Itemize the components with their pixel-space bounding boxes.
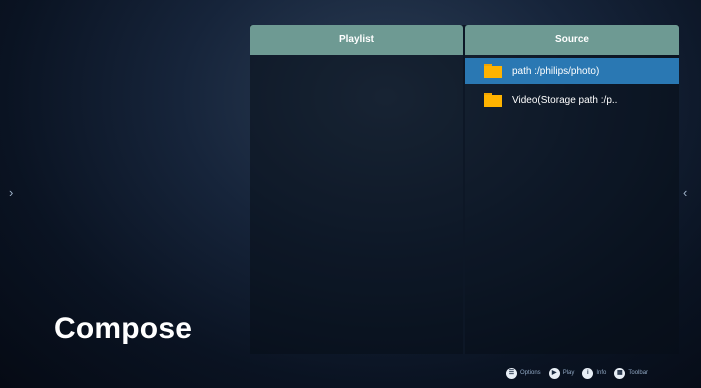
- source-list: path :/philips/photo) Video(Storage path…: [465, 58, 679, 113]
- source-item-label: Video(Storage path :/p..: [512, 94, 618, 106]
- folder-icon: [484, 64, 502, 78]
- options-key-icon: ☰: [506, 367, 517, 379]
- toolbar-key-icon: ▦: [614, 367, 626, 379]
- right-arrow-icon[interactable]: ‹: [683, 186, 687, 199]
- source-item-video[interactable]: Video(Storage path :/p..: [465, 87, 679, 113]
- source-panel[interactable]: Source path :/philips/photo) Video(Stora…: [465, 25, 679, 354]
- source-header: Source: [465, 25, 679, 55]
- play-key-icon: ▶: [548, 367, 560, 379]
- source-item-label: path :/philips/photo): [512, 65, 600, 77]
- hint-label: Info: [596, 370, 607, 376]
- hint-toolbar: ▦ Toolbar: [614, 367, 649, 379]
- folder-icon: [484, 93, 502, 107]
- hint-label: Play: [562, 370, 575, 376]
- info-key-icon: i: [582, 367, 594, 379]
- playlist-header: Playlist: [250, 25, 463, 55]
- source-item-photo[interactable]: path :/philips/photo): [465, 58, 679, 84]
- hint-label: Options: [520, 370, 541, 376]
- playlist-panel[interactable]: Playlist: [250, 25, 463, 354]
- hint-play: ▶ Play: [548, 367, 575, 379]
- hint-label: Toolbar: [628, 370, 649, 376]
- hint-info: i Info: [582, 367, 607, 379]
- left-arrow-icon[interactable]: ›: [9, 186, 13, 199]
- footer-hints: ☰ Options ▶ Play i Info ▦ Toolbar: [506, 366, 656, 380]
- page-title: Compose: [54, 312, 193, 345]
- hint-options: ☰ Options: [506, 367, 541, 379]
